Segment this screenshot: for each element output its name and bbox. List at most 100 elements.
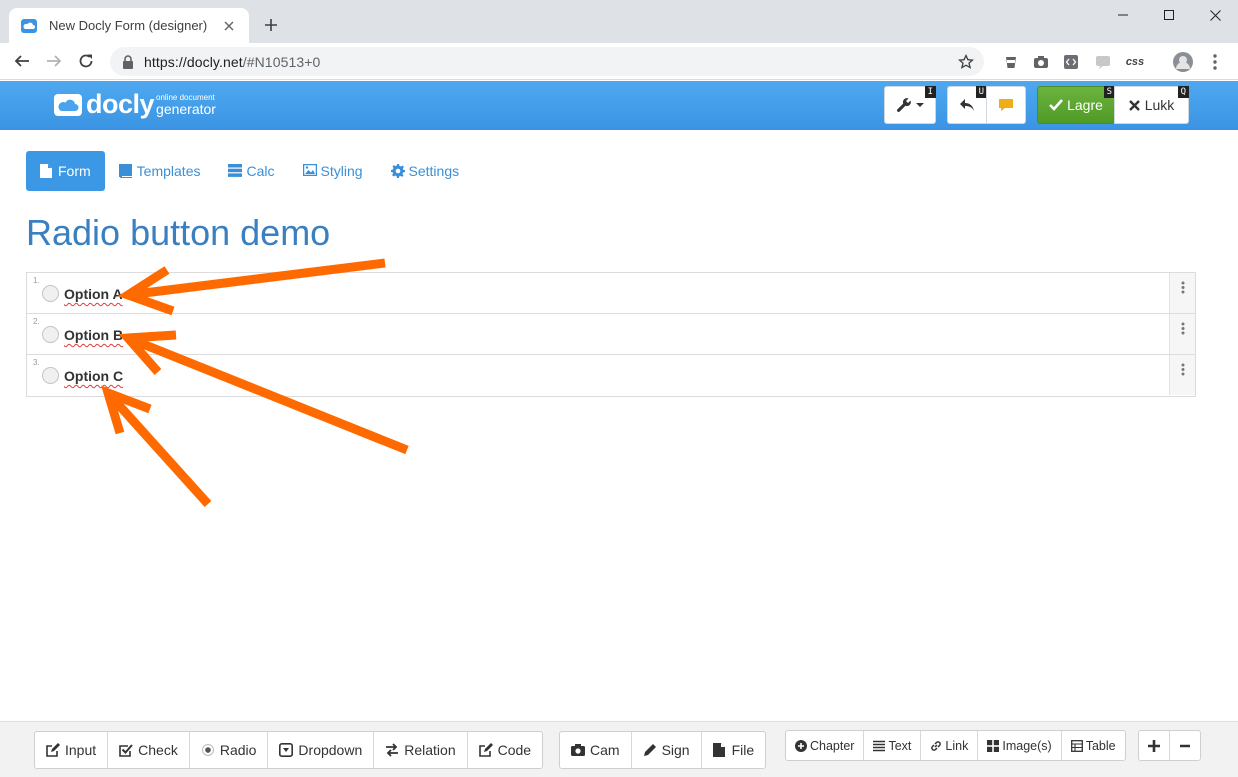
radio-option-label[interactable]: Option A [64,286,123,302]
comments-button[interactable] [986,86,1026,124]
exchange-icon [385,743,399,757]
extension-chat-icon[interactable] [1092,51,1114,73]
radio-option-label[interactable]: Option C [64,368,123,384]
back-arrow-icon[interactable] [10,49,34,73]
address-bar[interactable]: https://docly.net/#N10513+0 [110,47,984,76]
forward-arrow-icon[interactable] [42,49,66,73]
minimize-icon[interactable] [1100,0,1146,30]
file-icon [712,743,727,757]
save-button[interactable]: Lagre S [1037,86,1115,124]
comment-icon [999,99,1013,111]
extension-cup-icon[interactable] [1000,51,1022,73]
caret-down-icon [916,103,924,107]
add-images-button[interactable]: Image(s) [978,731,1062,760]
profile-avatar[interactable] [1172,51,1194,73]
bookmark-star-icon[interactable] [956,52,976,72]
gear-icon [390,164,405,178]
extension-css-icon[interactable]: css [1124,51,1146,73]
radio-option-row[interactable]: 2. Option B [27,314,1195,355]
extension-camera-icon[interactable] [1030,51,1052,73]
plus-icon [1148,739,1160,752]
browser-toolbar: https://docly.net/#N10513+0 css [0,43,1238,80]
maximize-icon[interactable] [1146,0,1192,30]
new-tab-icon[interactable] [260,14,282,36]
undo-button[interactable]: U [947,86,987,124]
radio-button[interactable] [42,367,59,384]
zoom-group [1138,730,1201,761]
tab-calc[interactable]: Calc [214,151,288,191]
dropdown-icon [279,743,294,757]
radio-option-row[interactable]: 1. Option A [27,273,1195,314]
tab-title: New Docly Form (designer) [49,18,208,33]
add-dropdown-button[interactable]: Dropdown [268,732,375,768]
browser-tab[interactable]: New Docly Form (designer) [9,8,249,43]
add-cam-button[interactable]: Cam [560,732,632,768]
wrench-icon [897,98,911,112]
radio-dot-icon [201,743,215,757]
check-icon [1049,99,1064,111]
list-icon [873,740,886,752]
tab-form[interactable]: Form [26,151,105,191]
save-label: Lagre [1067,97,1103,113]
row-menu-icon[interactable] [1169,273,1195,313]
edit-icon [46,743,60,757]
radio-option-label[interactable]: Option B [64,327,123,343]
row-number: 1. [33,276,40,285]
tools-dropdown-button[interactable]: I [884,86,936,124]
docly-logo[interactable]: docly online document generator [54,91,216,118]
extension-code-icon[interactable] [1060,51,1082,73]
form-title[interactable]: Radio button demo [26,212,330,254]
add-sign-button[interactable]: Sign [632,732,702,768]
add-check-button[interactable]: Check [108,732,190,768]
radio-option-list: 1. Option A 2. Option B 3. Option C [26,272,1196,397]
add-link-button[interactable]: Link [921,731,979,760]
browser-menu-icon[interactable] [1204,51,1226,73]
add-chapter-button[interactable]: Chapter [786,731,865,760]
reload-icon[interactable] [74,49,98,73]
tab-settings[interactable]: Settings [377,151,474,191]
radio-button[interactable] [42,326,59,343]
row-number: 3. [33,358,40,367]
docly-favicon-icon [21,18,37,34]
row-menu-icon[interactable] [1169,314,1195,354]
table-icon [1070,739,1083,752]
lock-icon [122,54,136,69]
radio-button[interactable] [42,285,59,302]
collapse-minus-button[interactable] [1170,731,1200,760]
add-file-button[interactable]: File [702,732,766,768]
image-icon [302,164,317,178]
add-relation-button[interactable]: Relation [374,732,468,768]
close-tab-icon[interactable] [221,18,237,34]
row-number: 2. [33,317,40,326]
radio-option-row[interactable]: 3. Option C [27,355,1195,396]
minus-icon [1180,744,1190,747]
window-close-icon[interactable] [1192,0,1238,30]
expand-plus-button[interactable] [1139,731,1170,760]
url-text: https://docly.net/#N10513+0 [144,53,321,70]
add-input-button[interactable]: Input [35,732,109,768]
add-text-button[interactable]: Text [864,731,922,760]
field-toolbar: Input Check Radio Dropdown Relation Code… [0,721,1238,777]
pencil-icon [643,743,657,757]
add-radio-button[interactable]: Radio [190,732,269,768]
file-icon [40,164,54,178]
logo-subtitle: online document generator [156,92,216,117]
code-edit-icon [478,743,493,757]
close-label: Lukk [1144,97,1175,113]
shortcut-badge: Q [1177,86,1189,98]
plus-circle-icon [795,739,807,752]
add-code-button[interactable]: Code [468,732,542,768]
row-menu-icon[interactable] [1169,355,1195,395]
close-button[interactable]: Lukk Q [1114,86,1189,124]
designer-nav-tabs: Form Templates Calc Styling Settings [26,151,473,191]
layout-group: Chapter Text Link Image(s) Table [785,730,1126,761]
app-header: docly online document generator I U Lagr… [0,81,1238,130]
add-table-button[interactable]: Table [1062,731,1125,760]
annotation-arrow [101,385,212,508]
logo-text: docly [86,89,155,119]
cloud-logo-icon [54,93,82,116]
check-square-icon [119,743,133,757]
tab-styling[interactable]: Styling [289,151,377,191]
book-icon [118,164,133,178]
tab-templates[interactable]: Templates [105,151,215,191]
